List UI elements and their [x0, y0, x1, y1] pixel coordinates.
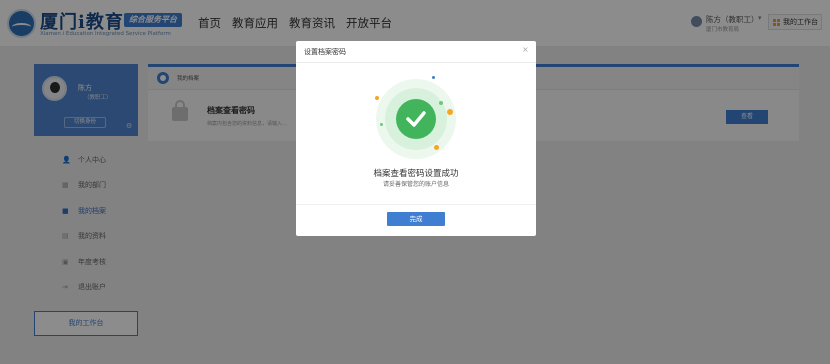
dialog-divider: [296, 204, 536, 205]
success-check-icon: [396, 99, 436, 139]
decor-dot-icon: [447, 109, 453, 115]
decor-dot-icon: [432, 76, 435, 79]
success-message: 档案查看密码设置成功: [373, 169, 459, 179]
decor-dot-icon: [380, 123, 383, 126]
dialog-title: 设置档案密码: [304, 48, 346, 56]
dialog-header: 设置档案密码 ×: [296, 41, 536, 63]
success-hint: 请妥善保管您的账户信息: [382, 181, 449, 188]
decor-dot-icon: [375, 96, 379, 100]
done-button[interactable]: 完成: [387, 212, 445, 226]
decor-dot-icon: [434, 145, 439, 150]
close-icon[interactable]: ×: [522, 45, 529, 54]
set-password-dialog: 设置档案密码 × 档案查看密码设置成功 请妥善保管您的账户信息 完成: [296, 41, 536, 236]
decor-dot-icon: [439, 101, 443, 105]
